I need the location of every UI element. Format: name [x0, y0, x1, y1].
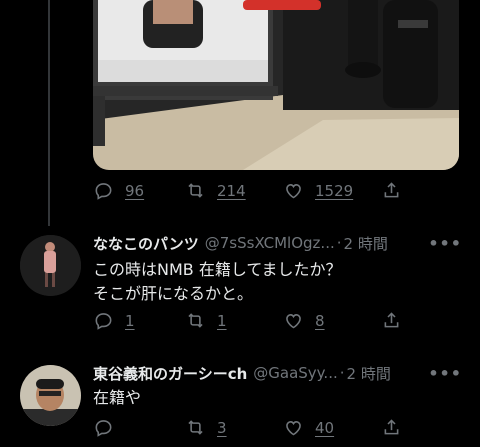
heart-icon — [286, 314, 301, 329]
heart-icon — [286, 184, 301, 199]
more-options-icon[interactable]: ••• — [428, 364, 462, 383]
retweet-button[interactable]: 3 — [185, 417, 283, 438]
reply-button[interactable]: 1 — [93, 310, 185, 331]
timestamp[interactable]: 2 時間 — [344, 233, 388, 254]
like-count: 1529 — [315, 181, 354, 200]
retweet-count: 1 — [217, 311, 227, 330]
avatar[interactable] — [20, 365, 81, 426]
heart-icon — [286, 421, 301, 436]
retweet-count: 3 — [217, 418, 227, 437]
avatar-image — [20, 235, 81, 296]
like-count: 8 — [315, 311, 325, 330]
reply-button[interactable]: 96 — [93, 180, 185, 201]
reply-count: 96 — [125, 181, 145, 200]
like-count: 40 — [315, 418, 335, 437]
reply-button[interactable] — [93, 417, 185, 438]
display-name[interactable]: ななこのパンツ — [93, 233, 199, 254]
reply-text-line: この時はNMB 在籍してましたか？ — [93, 260, 342, 279]
reply-actions: 1 1 8 — [93, 310, 402, 331]
thread-line — [48, 0, 50, 226]
dot-separator: · — [339, 364, 345, 382]
share-icon — [384, 182, 399, 198]
like-button[interactable]: 1529 — [283, 180, 381, 201]
reply-icon — [95, 183, 112, 200]
like-button[interactable]: 8 — [283, 310, 381, 331]
reply-header: ななこのパンツ @7sSsXCMlOgz... · 2 時間 ••• — [93, 232, 462, 254]
share-icon — [384, 419, 399, 435]
retweet-button[interactable]: 214 — [185, 180, 283, 201]
avatar-image — [20, 365, 81, 426]
reply-text-line: そこが肝になるかと。 — [93, 284, 254, 303]
share-button[interactable] — [381, 310, 402, 331]
dot-separator: · — [336, 234, 342, 252]
share-icon — [384, 312, 399, 328]
reply-text: 在籍や — [93, 386, 456, 410]
retweet-icon — [188, 183, 203, 198]
more-options-icon[interactable]: ••• — [428, 234, 462, 253]
display-name[interactable]: 東谷義和のガーシーch — [93, 363, 247, 384]
reply-icon — [95, 420, 112, 437]
like-button[interactable]: 40 — [283, 417, 381, 438]
retweet-button[interactable]: 1 — [185, 310, 283, 331]
tweet-photo[interactable] — [93, 0, 459, 170]
reply-actions: 3 40 — [93, 417, 402, 438]
reply-text: この時はNMB 在籍してましたか？ そこが肝になるかと。 — [93, 258, 456, 306]
main-tweet-actions: 96 214 1529 — [93, 180, 402, 201]
reply-header: 東谷義和のガーシーch @GaaSyy... · 2 時間 ••• — [93, 362, 462, 384]
retweet-icon — [188, 420, 203, 435]
user-handle[interactable]: @7sSsXCMlOgz... — [205, 234, 335, 252]
retweet-count: 214 — [217, 181, 246, 200]
user-handle[interactable]: @GaaSyy... — [253, 364, 337, 382]
photo-illustration — [93, 0, 459, 170]
retweet-icon — [188, 313, 203, 328]
share-button[interactable] — [381, 180, 402, 201]
timestamp[interactable]: 2 時間 — [347, 363, 391, 384]
avatar[interactable] — [20, 235, 81, 296]
share-button[interactable] — [381, 417, 402, 438]
reply-icon — [95, 313, 112, 330]
reply-text-line: 在籍や — [93, 388, 142, 407]
reply-count: 1 — [125, 311, 135, 330]
